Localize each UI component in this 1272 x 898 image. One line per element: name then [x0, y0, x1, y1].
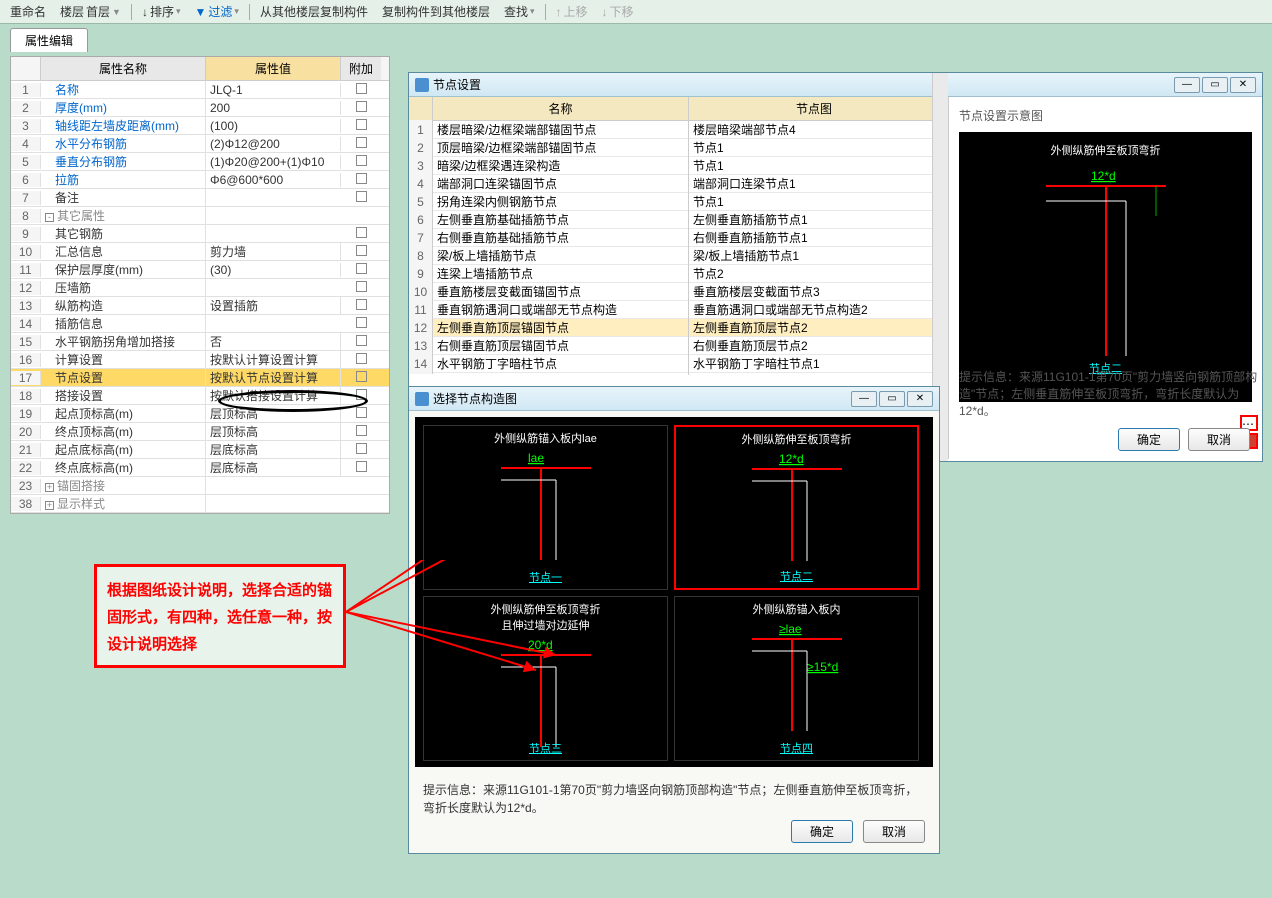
tb-rename[interactable]: 重命名 — [4, 1, 52, 22]
prop-row[interactable]: 7备注 — [11, 189, 389, 207]
prop-row[interactable]: 14插筋信息 — [11, 315, 389, 333]
option-link[interactable]: 节点一 — [529, 569, 562, 585]
tb-up[interactable]: ↑上移 — [550, 1, 594, 22]
prop-row[interactable]: 13纵筋构造设置插筋 — [11, 297, 389, 315]
col-name: 名称 — [433, 97, 689, 120]
prop-row[interactable]: 9其它钢筋 — [11, 225, 389, 243]
prop-row[interactable]: 5垂直分布钢筋(1)Φ20@200+(1)Φ10 — [11, 153, 389, 171]
tb-down[interactable]: ↓下移 — [596, 1, 640, 22]
svg-text:≥15*d: ≥15*d — [807, 660, 838, 674]
cancel-button[interactable]: 取消 — [1188, 428, 1250, 451]
svg-text:≥lae: ≥lae — [779, 622, 802, 636]
col-prop-extra: 附加 — [341, 57, 381, 80]
dialog-icon — [415, 78, 429, 92]
preview-title: 节点设置示意图 — [955, 103, 1256, 128]
prop-row[interactable]: 2厚度(mm)200 — [11, 99, 389, 117]
node-option[interactable]: 外侧纵筋伸至板顶弯折 12*d 节点二 — [674, 425, 919, 590]
prop-row[interactable]: 1名称JLQ-1 — [11, 81, 389, 99]
col-prop-name: 属性名称 — [41, 57, 206, 80]
minimize-button[interactable]: — — [1174, 77, 1200, 93]
svg-text:20*d: 20*d — [528, 638, 553, 652]
svg-text:12*d: 12*d — [1091, 169, 1116, 183]
prop-row[interactable]: 3轴线距左墙皮距离(mm)(100) — [11, 117, 389, 135]
tb-copy-to[interactable]: 复制构件到其他楼层 — [376, 1, 496, 22]
prop-row[interactable]: 12压墙筋 — [11, 279, 389, 297]
prop-row[interactable]: 20终点顶标高(m)层顶标高 — [11, 423, 389, 441]
main-toolbar: 重命名 楼层 首层 ▼ ↓ 排序 ▾ ▼过滤 ▾ 从其他楼层复制构件 复制构件到… — [0, 0, 1272, 24]
tab-bar: 属性编辑 — [10, 28, 1272, 52]
prop-row[interactable]: 6拉筋Φ6@600*600 — [11, 171, 389, 189]
node-option[interactable]: 外侧纵筋锚入板内 ≥lae ≥15*d 节点四 — [674, 596, 919, 761]
node-option[interactable]: 外侧纵筋伸至板顶弯折且伸过墙对边延伸 20*d 节点三 — [423, 596, 668, 761]
cancel-button[interactable]: 取消 — [863, 820, 925, 843]
dialog-title: 选择节点构造图 — [433, 390, 517, 407]
prop-row[interactable]: 23+锚固搭接 — [11, 477, 389, 495]
prop-row[interactable]: 21起点底标高(m)层底标高 — [11, 441, 389, 459]
annotation-callout: 根据图纸设计说明，选择合适的锚固形式，有四种，选任意一种，按设计说明选择 — [94, 564, 346, 668]
col-prop-value: 属性值 — [206, 57, 341, 80]
svg-text:12*d: 12*d — [779, 452, 804, 466]
option-link[interactable]: 节点二 — [780, 568, 813, 584]
prop-row[interactable]: 15水平钢筋拐角增加搭接否 — [11, 333, 389, 351]
tb-copy-from[interactable]: 从其他楼层复制构件 — [254, 1, 374, 22]
node-row[interactable]: 14水平钢筋丁字暗柱节点水平钢筋丁字暗柱节点1 — [409, 355, 948, 373]
preview-hint: 提示信息：来源11G101-1第70页"剪力墙竖向钢筋顶部构造"节点；左侧垂直筋… — [959, 368, 1262, 419]
close-button[interactable]: ✕ — [1230, 77, 1256, 93]
prop-row[interactable]: 22终点底标高(m)层底标高 — [11, 459, 389, 477]
minimize-button[interactable]: — — [851, 391, 877, 407]
close-button[interactable]: ✕ — [907, 391, 933, 407]
maximize-button[interactable]: ▭ — [1202, 77, 1228, 93]
prop-row[interactable]: 19起点顶标高(m)层顶标高 — [11, 405, 389, 423]
prop-row[interactable]: 18搭接设置按默认搭接设置计算 — [11, 387, 389, 405]
ok-button[interactable]: 确定 — [1118, 428, 1180, 451]
sel-hint: 提示信息：来源11G101-1第70页"剪力墙竖向钢筋顶部构造"节点；左侧垂直筋… — [409, 773, 939, 825]
prop-row[interactable]: 4水平分布钢筋(2)Φ12@200 — [11, 135, 389, 153]
ok-button[interactable]: 确定 — [791, 820, 853, 843]
tb-filter[interactable]: ▼过滤 ▾ — [189, 1, 245, 22]
option-link[interactable]: 节点三 — [529, 740, 562, 756]
tab-prop-edit[interactable]: 属性编辑 — [10, 28, 88, 52]
tb-sort[interactable]: ↓ 排序 ▾ — [136, 1, 187, 22]
dialog-title: 节点设置 — [433, 76, 481, 93]
col-img: 节点图 — [689, 97, 939, 120]
prop-row[interactable]: 10汇总信息剪力墙 — [11, 243, 389, 261]
prop-row[interactable]: 16计算设置按默认计算设置计算 — [11, 351, 389, 369]
tb-find[interactable]: 查找 ▾ — [498, 1, 541, 22]
svg-text:lae: lae — [528, 451, 544, 465]
prop-row[interactable]: 38+显示样式 — [11, 495, 389, 513]
option-link[interactable]: 节点四 — [780, 740, 813, 756]
prop-row[interactable]: 17节点设置按默认节点设置计算 — [11, 369, 389, 387]
select-node-dialog: 选择节点构造图 — ▭ ✕ 外侧纵筋锚入板内lae lae 节点一外侧纵筋伸至板… — [408, 386, 940, 854]
dialog-icon — [415, 392, 429, 406]
tb-floor[interactable]: 楼层 首层 ▼ — [54, 1, 127, 22]
preview-canvas: 外侧纵筋伸至板顶弯折 12*d 节点二 — [959, 132, 1252, 402]
prop-row[interactable]: 11保护层厚度(mm)(30) — [11, 261, 389, 279]
maximize-button[interactable]: ▭ — [879, 391, 905, 407]
node-option[interactable]: 外侧纵筋锚入板内lae lae 节点一 — [423, 425, 668, 590]
prop-row[interactable]: 8-其它属性 — [11, 207, 389, 225]
properties-panel: 属性名称 属性值 附加 1名称JLQ-12厚度(mm)2003轴线距左墙皮距离(… — [10, 56, 390, 514]
